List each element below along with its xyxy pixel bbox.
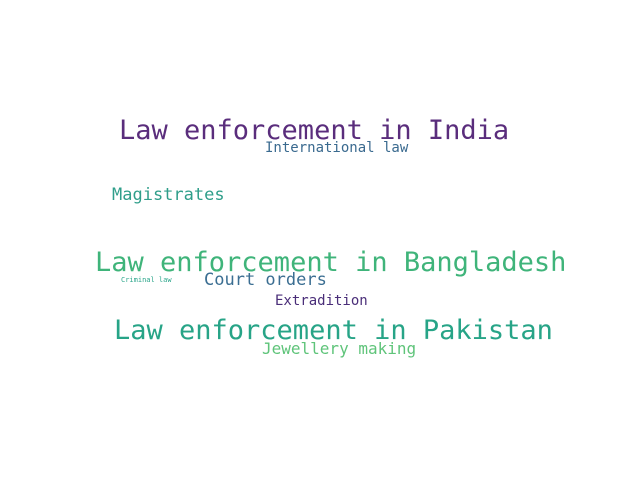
- word-international-law: International law: [265, 140, 409, 156]
- word-cloud: Law enforcement in India International l…: [0, 0, 640, 480]
- word-extradition: Extradition: [275, 293, 368, 309]
- word-criminal-law: Criminal law: [121, 276, 172, 284]
- word-law-enforcement-bangladesh: Law enforcement in Bangladesh: [95, 247, 567, 278]
- word-jewellery-making: Jewellery making: [262, 339, 417, 358]
- word-magistrates: Magistrates: [112, 185, 225, 205]
- word-court-orders: Court orders: [204, 270, 327, 290]
